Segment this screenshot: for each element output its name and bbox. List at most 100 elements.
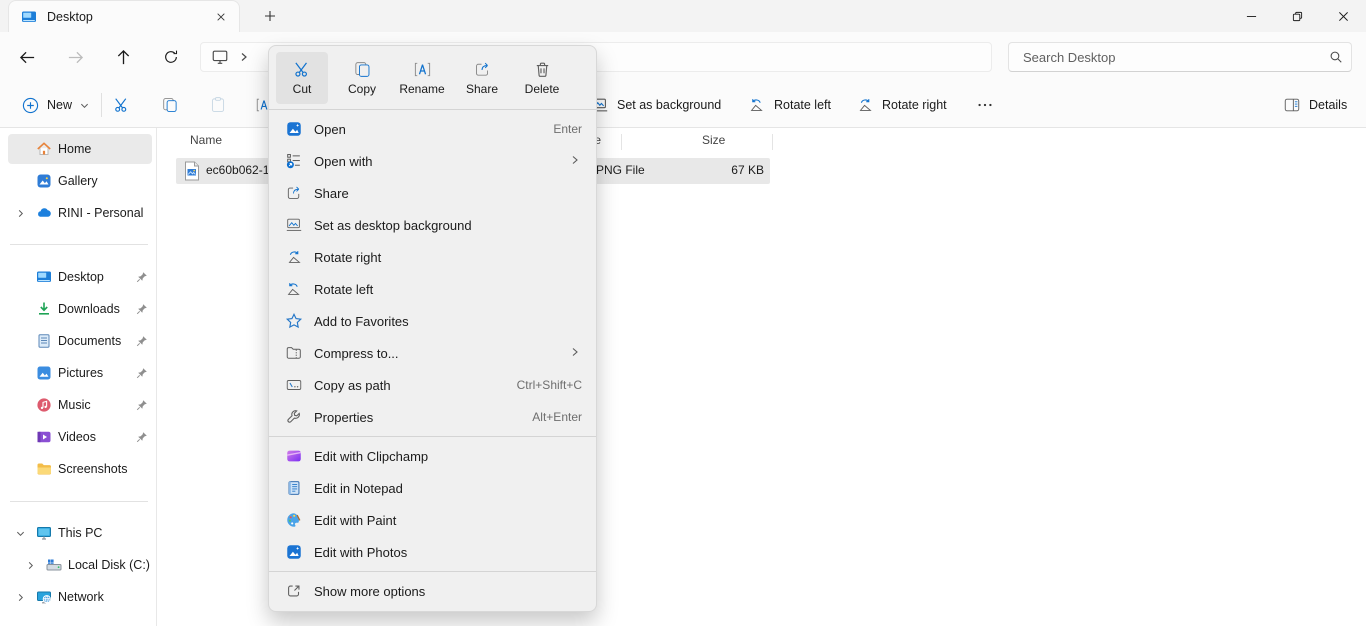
notepad-icon [285, 479, 303, 497]
menu-item-rotate-right[interactable]: Rotate right [269, 241, 596, 273]
properties-wrench-icon [285, 408, 303, 426]
sidebar-item-onedrive[interactable]: RINI - Personal [8, 198, 152, 228]
pin-icon [136, 335, 148, 347]
column-header-size[interactable]: Size [702, 133, 725, 147]
share-icon [473, 60, 492, 79]
onedrive-cloud-icon [36, 205, 52, 221]
minimize-button[interactable] [1228, 0, 1274, 32]
menu-item-properties[interactable]: Properties Alt+Enter [269, 401, 596, 433]
desktop-tab-icon [21, 9, 37, 25]
sidebar-item-pictures[interactable]: Pictures [8, 358, 152, 388]
menu-item-label: Edit with Photos [314, 545, 571, 560]
back-button[interactable] [11, 41, 43, 73]
sidebar-item-home[interactable]: Home [8, 134, 152, 164]
details-label: Details [1309, 98, 1347, 112]
search-icon[interactable] [1321, 50, 1351, 64]
menu-item-add-to-favorites[interactable]: Add to Favorites [269, 305, 596, 337]
copy-quick-button[interactable]: Copy [336, 52, 388, 104]
rotate-left-button[interactable]: Rotate left [740, 89, 839, 121]
sidebar-item-label: Music [58, 398, 91, 412]
new-button[interactable]: New [14, 89, 97, 121]
up-button[interactable] [107, 41, 139, 73]
sidebar-item-label: Screenshots [58, 462, 127, 476]
menu-divider [269, 109, 596, 110]
menu-item-label: Open [314, 122, 542, 137]
column-separator[interactable] [772, 134, 773, 150]
set-as-background-button[interactable]: Set as background [583, 89, 729, 121]
expand-chevron-icon[interactable] [14, 591, 26, 603]
sidebar-item-gallery[interactable]: Gallery [8, 166, 152, 196]
sidebar-item-screenshots[interactable]: Screenshots [8, 454, 152, 484]
forward-button[interactable] [59, 41, 91, 73]
close-button[interactable] [1320, 0, 1366, 32]
menu-item-edit-in-notepad[interactable]: Edit in Notepad [269, 472, 596, 504]
collapse-chevron-icon[interactable] [14, 527, 26, 539]
home-icon [36, 141, 52, 157]
menu-item-compress-to[interactable]: Compress to... [269, 337, 596, 369]
menu-item-copy-as-path[interactable]: Copy as path Ctrl+Shift+C [269, 369, 596, 401]
share-icon [285, 184, 303, 202]
menu-item-label: Add to Favorites [314, 314, 571, 329]
sidebar: Home Gallery RINI - Personal Desktop [0, 128, 157, 626]
restore-button[interactable] [1274, 0, 1320, 32]
rotate-right-button[interactable]: Rotate right [848, 89, 955, 121]
cut-button[interactable] [104, 89, 140, 121]
command-toolbar: New Set as background Rotate left Rotate… [0, 82, 1366, 128]
menu-item-set-as-desktop-background[interactable]: Set as desktop background [269, 209, 596, 241]
menu-item-show-more-options[interactable]: Show more options [269, 575, 596, 607]
delete-label: Delete [525, 82, 560, 96]
sidebar-item-videos[interactable]: Videos [8, 422, 152, 452]
details-button[interactable]: Details [1275, 89, 1355, 121]
menu-item-open[interactable]: Open Enter [269, 113, 596, 145]
refresh-button[interactable] [155, 41, 187, 73]
menu-item-edit-with-clipchamp[interactable]: Edit with Clipchamp [269, 440, 596, 472]
rename-quick-button[interactable]: Rename [396, 52, 448, 104]
sidebar-item-desktop[interactable]: Desktop [8, 262, 152, 292]
share-quick-button[interactable]: Share [456, 52, 508, 104]
location-desktop-icon [211, 48, 229, 66]
menu-item-label: Properties [314, 410, 521, 425]
clipchamp-icon [285, 447, 303, 465]
sidebar-item-local-disk-c[interactable]: Local Disk (C:) [8, 550, 152, 580]
column-separator[interactable] [621, 134, 622, 150]
sidebar-item-label: Network [58, 590, 104, 604]
search-box[interactable] [1008, 42, 1352, 72]
tab-desktop[interactable]: Desktop [8, 0, 240, 32]
gallery-icon [36, 173, 52, 189]
copy-button[interactable] [152, 89, 188, 121]
menu-item-edit-with-paint[interactable]: Edit with Paint [269, 504, 596, 536]
sidebar-item-downloads[interactable]: Downloads [8, 294, 152, 324]
menu-item-rotate-left[interactable]: Rotate left [269, 273, 596, 305]
menu-item-open-with[interactable]: Open with [269, 145, 596, 177]
file-explorer-window: Desktop [0, 0, 1366, 626]
sidebar-item-this-pc[interactable]: This PC [8, 518, 152, 548]
menu-item-label: Compress to... [314, 346, 559, 361]
sidebar-item-documents[interactable]: Documents [8, 326, 152, 356]
copy-icon [353, 60, 372, 79]
network-icon [36, 589, 52, 605]
column-header-name[interactable]: Name [190, 133, 222, 147]
new-tab-button[interactable] [258, 5, 282, 27]
sidebar-item-network[interactable]: Network [8, 582, 152, 612]
menu-item-label: Edit with Clipchamp [314, 449, 571, 464]
show-more-options-icon [285, 582, 303, 600]
pin-icon [136, 399, 148, 411]
videos-icon [36, 429, 52, 445]
cut-icon [293, 60, 312, 79]
sidebar-item-music[interactable]: Music [8, 390, 152, 420]
menu-item-edit-with-photos[interactable]: Edit with Photos [269, 536, 596, 568]
expand-chevron-icon[interactable] [14, 207, 26, 219]
rename-label: Rename [399, 82, 444, 96]
sidebar-item-label: Videos [58, 430, 96, 444]
search-input[interactable] [1009, 50, 1321, 65]
see-more-button[interactable] [967, 89, 1003, 121]
breadcrumb-chevron-icon[interactable] [239, 52, 249, 62]
cut-quick-button[interactable]: Cut [276, 52, 328, 104]
music-icon [36, 397, 52, 413]
tab-close-icon[interactable] [211, 7, 231, 27]
menu-item-share[interactable]: Share [269, 177, 596, 209]
sidebar-item-label: RINI - Personal [58, 206, 143, 220]
expand-chevron-icon[interactable] [24, 559, 36, 571]
delete-quick-button[interactable]: Delete [516, 52, 568, 104]
paste-button[interactable] [200, 89, 236, 121]
